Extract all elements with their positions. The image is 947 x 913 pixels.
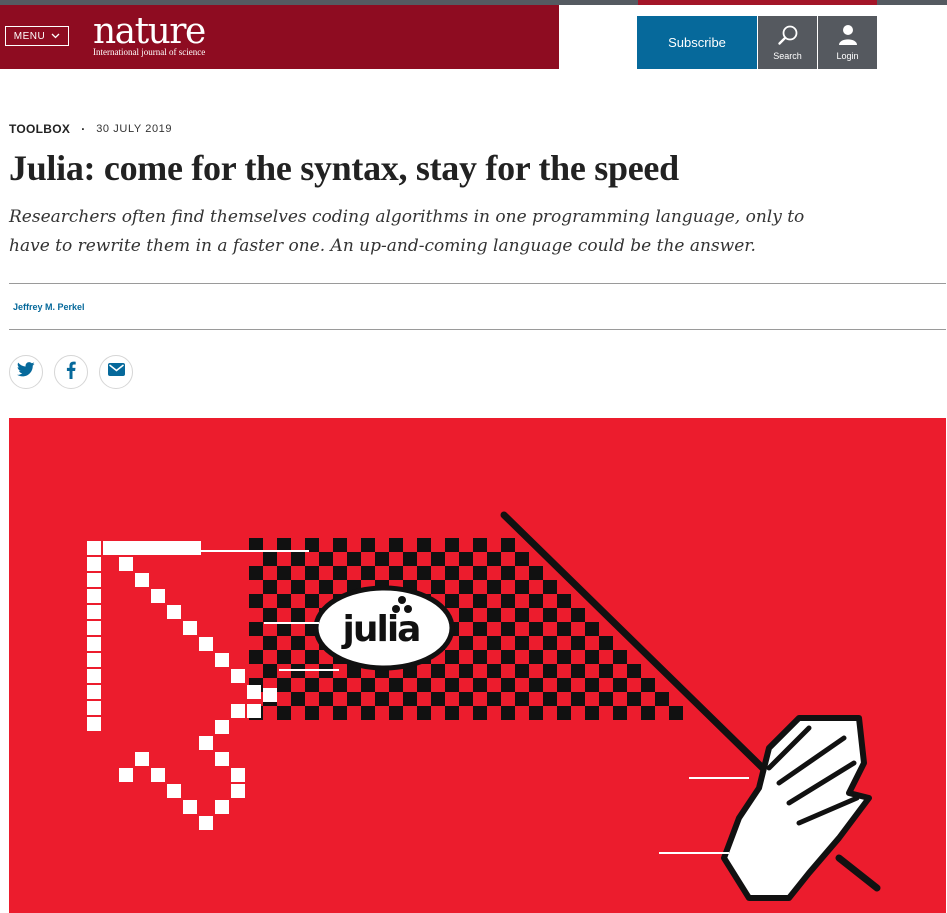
share-twitter-button[interactable] bbox=[9, 355, 43, 389]
menu-button[interactable]: MENU bbox=[5, 26, 69, 46]
julia-logo-text: julia bbox=[341, 609, 420, 650]
user-icon bbox=[838, 24, 858, 48]
logo-word: nature bbox=[93, 11, 206, 52]
brand-bar: MENU nature International journal of sci… bbox=[0, 5, 559, 69]
hero-artwork: julia bbox=[9, 418, 946, 913]
article-meta: TOOLBOX · 30 JULY 2019 bbox=[9, 122, 172, 136]
author-link[interactable]: Jeffrey M. Perkel bbox=[13, 302, 85, 312]
divider bbox=[9, 329, 946, 330]
top-strip-accent bbox=[638, 0, 877, 5]
search-button[interactable]: Search bbox=[758, 16, 817, 69]
chevron-down-icon bbox=[51, 31, 60, 41]
article-date: 30 JULY 2019 bbox=[96, 123, 173, 135]
julia-logo: julia bbox=[313, 585, 455, 671]
facebook-icon bbox=[66, 361, 76, 384]
menu-label: MENU bbox=[13, 30, 46, 42]
divider bbox=[9, 283, 946, 284]
twitter-icon bbox=[16, 362, 35, 382]
share-email-button[interactable] bbox=[99, 355, 133, 389]
login-label: Login bbox=[836, 51, 859, 61]
search-label: Search bbox=[773, 51, 802, 61]
nature-logo[interactable]: nature International journal of science bbox=[93, 11, 206, 58]
logo-tagline: International journal of science bbox=[93, 47, 206, 57]
subscribe-button[interactable]: Subscribe bbox=[637, 16, 757, 69]
search-icon bbox=[777, 24, 799, 48]
article-title: Julia: come for the syntax, stay for the… bbox=[9, 148, 679, 188]
login-button[interactable]: Login bbox=[818, 16, 877, 69]
share-facebook-button[interactable] bbox=[54, 355, 88, 389]
email-icon bbox=[107, 363, 125, 381]
hero-illustration: julia bbox=[9, 418, 946, 913]
article-type[interactable]: TOOLBOX bbox=[9, 122, 70, 136]
meta-separator: · bbox=[81, 122, 86, 136]
article-standfirst: Researchers often find themselves coding… bbox=[9, 207, 805, 256]
